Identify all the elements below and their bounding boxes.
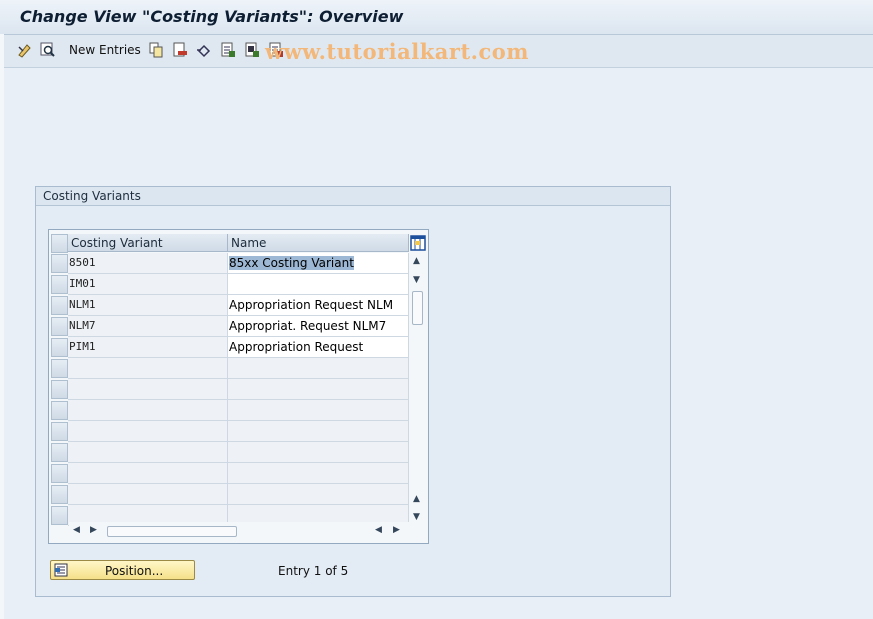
cell-costing-variant bbox=[68, 421, 228, 442]
row-selector[interactable] bbox=[51, 506, 68, 525]
column-header-costing-variant[interactable]: Costing Variant bbox=[68, 234, 228, 252]
row-selector[interactable] bbox=[51, 443, 68, 462]
cell-costing-variant bbox=[68, 484, 228, 505]
scroll-up-icon[interactable]: ▲ bbox=[413, 256, 420, 266]
group-header: Costing Variants bbox=[36, 187, 670, 206]
scroll-right-icon[interactable]: ▶ bbox=[90, 525, 97, 535]
row-selector[interactable] bbox=[51, 254, 68, 273]
cell-costing-variant: PIM1 bbox=[68, 337, 228, 358]
window-title: Change View "Costing Variants": Overview bbox=[20, 7, 404, 26]
cell-costing-variant bbox=[68, 379, 228, 400]
cell-name[interactable]: Appropriation Request NLM bbox=[228, 295, 409, 316]
costing-variants-table: Costing Variant Name 8501 85xx Costing Va… bbox=[48, 229, 429, 544]
vertical-scrollbar[interactable]: ▲ ▼ ▲ ▼ bbox=[409, 253, 427, 522]
left-strip bbox=[0, 34, 4, 619]
scroll-right-end-icon[interactable]: ▶ bbox=[393, 525, 400, 535]
row-selector[interactable] bbox=[51, 380, 68, 399]
cell-name bbox=[228, 358, 409, 379]
page-up-icon[interactable]: ▼ bbox=[413, 275, 420, 285]
row-selector[interactable] bbox=[51, 338, 68, 357]
row-selector[interactable] bbox=[51, 359, 68, 378]
position-button[interactable]: Position... bbox=[50, 560, 195, 580]
select-all-corner[interactable] bbox=[51, 234, 68, 253]
row-selector[interactable] bbox=[51, 317, 68, 336]
row-selector[interactable] bbox=[51, 464, 68, 483]
cell-costing-variant: 8501 bbox=[68, 253, 228, 274]
horizontal-scrollbar[interactable]: ◀ ▶ ◀ ▶ bbox=[69, 522, 409, 540]
selected-name-text: 85xx Costing Variant bbox=[229, 256, 354, 270]
position-button-label: Position... bbox=[105, 564, 164, 578]
scroll-left-end-icon[interactable]: ◀ bbox=[375, 525, 382, 535]
cell-costing-variant bbox=[68, 463, 228, 484]
new-entries-button[interactable]: New Entries bbox=[69, 43, 141, 57]
scroll-left-icon[interactable]: ◀ bbox=[73, 525, 80, 535]
undo-icon[interactable] bbox=[195, 41, 213, 59]
group-title: Costing Variants bbox=[43, 189, 141, 203]
cell-name[interactable]: Appropriation Request bbox=[228, 337, 409, 358]
cell-name bbox=[228, 379, 409, 400]
select-all-icon[interactable] bbox=[219, 41, 237, 59]
cell-costing-variant: NLM1 bbox=[68, 295, 228, 316]
column-header-name[interactable]: Name bbox=[228, 234, 409, 252]
table-settings-icon[interactable] bbox=[409, 233, 427, 252]
page-down-icon[interactable]: ▲ bbox=[413, 494, 420, 504]
row-selector[interactable] bbox=[51, 296, 68, 315]
cell-name bbox=[228, 463, 409, 484]
position-icon bbox=[54, 563, 69, 580]
find-icon[interactable] bbox=[39, 41, 57, 59]
title-bar: Change View "Costing Variants": Overview bbox=[0, 0, 873, 35]
cell-name bbox=[228, 400, 409, 421]
cell-costing-variant: NLM7 bbox=[68, 316, 228, 337]
row-selector[interactable] bbox=[51, 485, 68, 504]
delete-icon[interactable] bbox=[171, 41, 189, 59]
cell-name bbox=[228, 421, 409, 442]
cell-costing-variant: IM01 bbox=[68, 274, 228, 295]
cell-name bbox=[228, 484, 409, 505]
scroll-down-icon[interactable]: ▼ bbox=[413, 512, 420, 522]
entry-counter: Entry 1 of 5 bbox=[278, 564, 349, 578]
display-change-icon[interactable] bbox=[16, 41, 34, 59]
watermark: www.tutorialkart.com bbox=[265, 39, 529, 64]
row-selector[interactable] bbox=[51, 422, 68, 441]
horizontal-scroll-thumb[interactable] bbox=[107, 526, 237, 537]
select-block-icon[interactable] bbox=[243, 41, 261, 59]
costing-variants-group: Costing Variants Costing Variant Name 85… bbox=[35, 186, 671, 597]
cell-costing-variant bbox=[68, 400, 228, 421]
cell-name bbox=[228, 442, 409, 463]
cell-costing-variant bbox=[68, 442, 228, 463]
cell-name[interactable] bbox=[228, 274, 409, 295]
cell-name[interactable]: Appropriat. Request NLM7 bbox=[228, 316, 409, 337]
vertical-scroll-thumb[interactable] bbox=[412, 291, 423, 325]
cell-costing-variant bbox=[68, 358, 228, 379]
copy-icon[interactable] bbox=[147, 41, 165, 59]
cell-name[interactable]: 85xx Costing Variant bbox=[228, 253, 409, 274]
row-selector[interactable] bbox=[51, 401, 68, 420]
row-selector[interactable] bbox=[51, 275, 68, 294]
